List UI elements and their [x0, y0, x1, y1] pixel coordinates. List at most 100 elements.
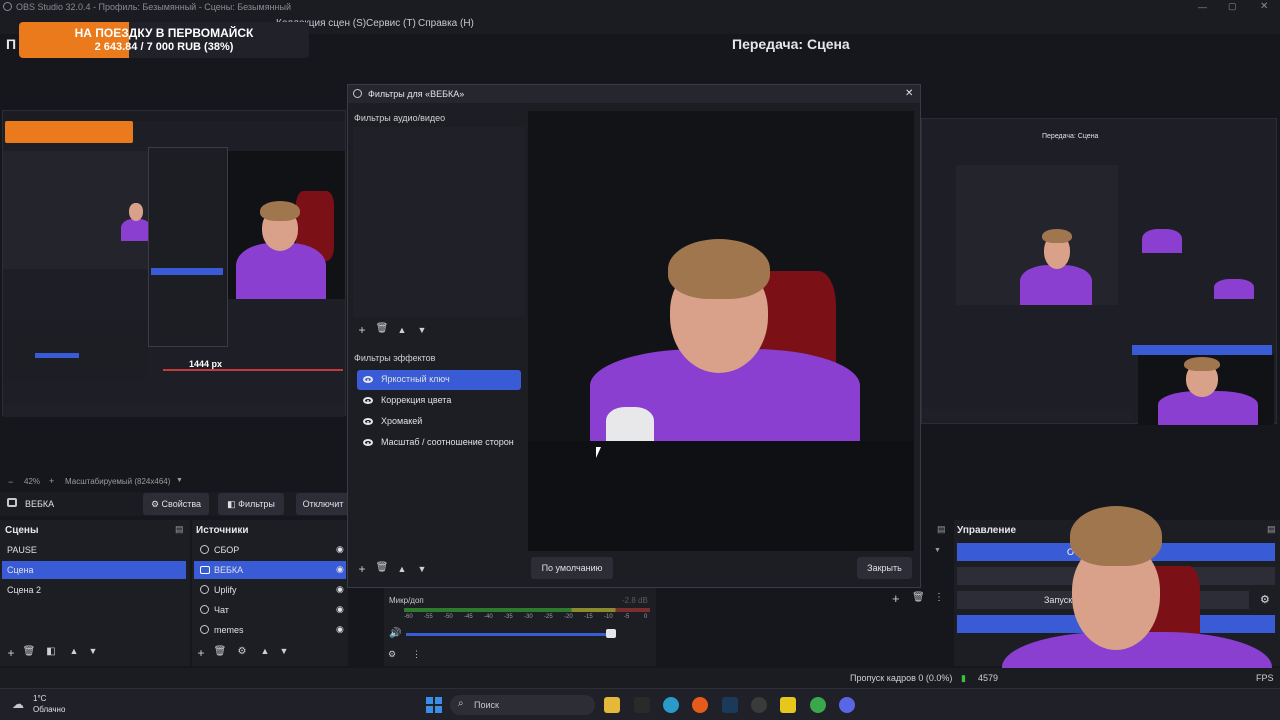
- add-av-filter-icon[interactable]: +: [354, 323, 370, 337]
- speaker-icon[interactable]: 🔊: [389, 628, 401, 639]
- visibility-eye-icon[interactable]: [363, 397, 373, 404]
- filters-button[interactable]: ◧ Фильтры: [218, 493, 284, 515]
- visibility-eye-icon[interactable]: [363, 439, 373, 446]
- filter-item-scale-aspect[interactable]: Масштаб / соотношение сторон: [357, 433, 527, 453]
- filter-label: Масштаб / соотношение сторон: [381, 437, 514, 447]
- studio-preview[interactable]: 1444 px: [2, 110, 346, 417]
- window-close-icon[interactable]: ✕: [1260, 1, 1268, 12]
- remove-effect-filter-icon[interactable]: 🗑: [374, 562, 390, 573]
- add-source-icon[interactable]: +: [193, 646, 209, 660]
- add-transition-icon[interactable]: +: [892, 591, 900, 606]
- windows-taskbar: ☁ 1°C Облачно ⌕ Поиск: [0, 688, 1280, 720]
- av-filters-list[interactable]: [353, 127, 525, 317]
- source-item[interactable]: Uplify ◉: [194, 581, 346, 599]
- volume-slider-handle[interactable]: [606, 629, 616, 638]
- dock-menu-icon[interactable]: ▤: [175, 524, 184, 535]
- source-item[interactable]: ВЕБКА ◉: [194, 561, 346, 579]
- zoom-out-icon[interactable]: −: [8, 477, 13, 487]
- move-up-icon[interactable]: ▲: [394, 564, 410, 574]
- source-properties-icon[interactable]: ⚙: [234, 646, 250, 657]
- transition-dropdown-icon[interactable]: ▼: [934, 547, 941, 554]
- mixer-ticks: -60 -55 -50 -45 -40 -35 -30 -25 -20 -15 …: [404, 614, 650, 624]
- add-scene-icon[interactable]: +: [3, 646, 19, 660]
- zoom-in-icon[interactable]: +: [49, 476, 54, 486]
- donation-goal-widget: НА ПОЕЗДКУ В ПЕРВОМАЙСК 2 643.84 / 7 000…: [19, 22, 309, 58]
- minimize-icon[interactable]: —: [1198, 2, 1207, 12]
- defaults-button[interactable]: По умолчанию: [531, 557, 613, 579]
- scene-item-scene[interactable]: Сцена: [2, 561, 186, 579]
- move-down-icon[interactable]: ▼: [414, 325, 430, 335]
- chrome-icon[interactable]: [810, 697, 826, 713]
- mixer-settings-icon[interactable]: ⚙: [388, 649, 396, 660]
- scale-mode-dropdown-icon[interactable]: ▼: [176, 477, 183, 484]
- globe-icon: [200, 545, 209, 554]
- source-item[interactable]: Чат ◉: [194, 601, 346, 619]
- mixer-more-icon[interactable]: ⋮: [412, 649, 421, 660]
- menu-help[interactable]: Справка (H): [418, 18, 474, 29]
- move-up-icon[interactable]: ▲: [257, 646, 273, 656]
- eye-icon[interactable]: ◉: [336, 544, 344, 555]
- remove-scene-icon[interactable]: 🗑: [21, 646, 37, 657]
- volume-slider[interactable]: [406, 633, 616, 636]
- move-down-icon[interactable]: ▼: [85, 646, 101, 656]
- discord-icon[interactable]: [839, 697, 855, 713]
- filter-item-chroma-key[interactable]: Хромакей: [357, 412, 521, 432]
- source-toolbar: ВЕБКА ⚙ Свойства ◧ Фильтры Отключит: [0, 492, 350, 516]
- add-effect-filter-icon[interactable]: +: [354, 562, 370, 576]
- fps-label: FPS: [1256, 673, 1274, 683]
- source-label: СБОР: [214, 545, 240, 555]
- eye-icon[interactable]: ◉: [336, 584, 344, 595]
- eye-icon[interactable]: ◉: [336, 624, 344, 635]
- program-preview: Передача: Сцена: [921, 118, 1277, 425]
- weather-temp: 1°C: [33, 694, 47, 703]
- audio-mixer: Микр/доп -2.8 dB -60 -55 -50 -45 -40 -35…: [384, 588, 656, 666]
- defaults-label: По умолчанию: [541, 563, 603, 573]
- app-icon[interactable]: [634, 697, 650, 713]
- scale-mode[interactable]: Масштабируемый (824x464): [65, 477, 170, 486]
- menu-service[interactable]: Сервис (T): [366, 18, 416, 29]
- scene-label: Сцена 2: [7, 585, 42, 595]
- move-down-icon[interactable]: ▼: [276, 646, 292, 656]
- globe-icon: [200, 585, 209, 594]
- steam-icon[interactable]: [722, 697, 738, 713]
- close-button[interactable]: Закрыть: [857, 557, 912, 579]
- selected-source-name: ВЕБКА: [25, 499, 55, 509]
- properties-button[interactable]: ⚙ Свойства: [143, 493, 209, 515]
- visibility-eye-icon[interactable]: [363, 376, 373, 383]
- source-item[interactable]: memes ◉: [194, 621, 346, 639]
- effect-filters-label: Фильтры эффектов: [354, 353, 436, 363]
- dock-menu-icon[interactable]: ▤: [937, 524, 946, 535]
- taskbar-search[interactable]: ⌕ Поиск: [450, 695, 595, 715]
- program-title: Передача: Сцена: [732, 36, 850, 52]
- move-up-icon[interactable]: ▲: [66, 646, 82, 656]
- disable-button[interactable]: Отключит: [296, 493, 350, 515]
- globe-icon: [200, 625, 209, 634]
- app-icon[interactable]: [692, 697, 708, 713]
- scene-filters-icon[interactable]: ◧: [43, 646, 59, 657]
- scene-item-scene-2[interactable]: Сцена 2: [2, 581, 186, 599]
- transition-more-icon[interactable]: ⋮: [934, 592, 944, 603]
- browser-icon[interactable]: [663, 697, 679, 713]
- file-explorer-icon[interactable]: [604, 697, 620, 713]
- eye-icon[interactable]: ◉: [336, 564, 344, 575]
- eye-icon[interactable]: ◉: [336, 604, 344, 615]
- filter-item-luma-key[interactable]: Яркостный ключ: [357, 370, 521, 390]
- move-down-icon[interactable]: ▼: [414, 564, 430, 574]
- move-up-icon[interactable]: ▲: [394, 325, 410, 335]
- windows-start-icon[interactable]: [426, 697, 442, 713]
- remove-av-filter-icon[interactable]: 🗑: [374, 323, 390, 334]
- dialog-close-icon[interactable]: ✕: [905, 88, 913, 99]
- tick-label: -50: [444, 614, 453, 620]
- source-label: memes: [214, 625, 244, 635]
- remove-transition-icon[interactable]: 🗑: [912, 592, 925, 603]
- app-icon[interactable]: [780, 697, 796, 713]
- filter-item-color-correction[interactable]: Коррекция цвета: [357, 391, 521, 411]
- scenes-dock: Сцены ▤ PAUSE Сцена Сцена 2 + 🗑 ◧ ▲ ▼: [0, 520, 190, 666]
- remove-source-icon[interactable]: 🗑: [212, 646, 228, 657]
- obs-taskbar-icon[interactable]: [751, 697, 767, 713]
- mouse-cursor-icon: [596, 447, 601, 458]
- scene-item-pause[interactable]: PAUSE: [2, 541, 186, 559]
- visibility-eye-icon[interactable]: [363, 418, 373, 425]
- source-item[interactable]: СБОР ◉: [194, 541, 346, 559]
- maximize-icon[interactable]: ▢: [1228, 1, 1237, 12]
